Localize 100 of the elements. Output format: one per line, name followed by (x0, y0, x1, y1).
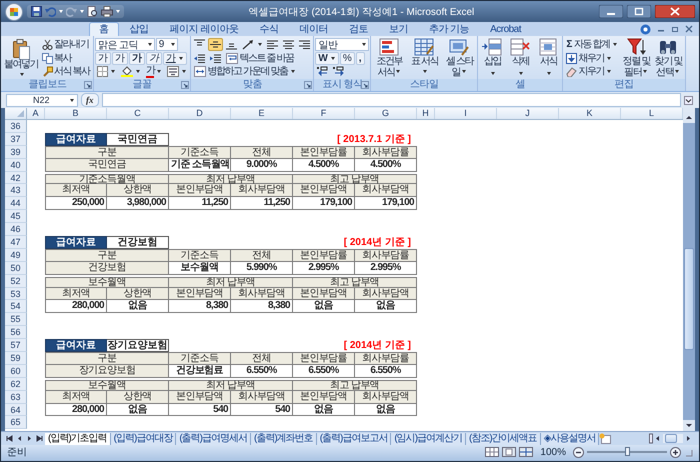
table-header: 본인부담액 (169, 288, 231, 300)
copy-button[interactable]: 복사 (40, 52, 92, 64)
group-label: 셀 (516, 79, 526, 91)
table-header: 본인부담액 (169, 390, 231, 404)
format-painter-button[interactable]: 서식 복사 (40, 65, 92, 78)
group-label: 스타일 (410, 79, 439, 91)
row-header[interactable]: 45 (5, 210, 27, 224)
table-header: 전체 (231, 248, 293, 262)
sheet-tab[interactable]: (임시)급여계산기 (391, 432, 466, 444)
ribbon-tab[interactable]: 데이터 (289, 22, 338, 36)
row-header[interactable]: 57 (5, 339, 27, 352)
table-cell: 540 (231, 404, 293, 416)
shrink-font-button[interactable]: 가 (112, 52, 128, 64)
table-header: 최저액 (45, 288, 107, 300)
cell-style-button[interactable]: 셀 스타일 (442, 37, 476, 79)
column-header[interactable]: C (107, 108, 169, 119)
sheet-tab[interactable]: (출력)계좌번호 (251, 432, 317, 444)
sheet-tab[interactable]: (출력)급여보고서 (316, 432, 392, 444)
sort-filter-button[interactable]: 정렬 및 필터 (620, 37, 652, 79)
percent-button[interactable]: % (340, 52, 355, 64)
column-header[interactable]: G (355, 108, 417, 119)
table-header: 기준소득월액 (45, 174, 169, 184)
italic-button[interactable]: 가 (146, 52, 162, 64)
row-header[interactable]: 42 (5, 172, 27, 184)
ribbon-tab[interactable]: 추가 기능 (418, 22, 480, 36)
row-header[interactable]: 49 (5, 248, 27, 262)
clear-button[interactable]: 지우기 (564, 65, 620, 78)
sum-icon: Σ (566, 39, 571, 50)
bold-button[interactable]: 가 (128, 52, 145, 64)
row-header[interactable]: 54 (5, 300, 27, 314)
name-box[interactable]: N22 (6, 94, 78, 106)
table-cell: 280,000 (45, 300, 107, 314)
sheet-tab[interactable]: (출력)급여명세서 (176, 432, 252, 444)
row-header[interactable]: 36 (5, 120, 27, 133)
ribbon-tab[interactable]: 홈 (89, 22, 118, 36)
underline-button[interactable]: 가 (162, 52, 187, 64)
column-header[interactable]: H (417, 108, 435, 119)
conditional-format-button[interactable]: 조건부 서식 (372, 37, 406, 79)
function-button[interactable]: fx (81, 93, 98, 107)
row-header[interactable]: 62 (5, 378, 27, 391)
ribbon-tab[interactable]: 삽입 (120, 22, 158, 36)
currency-button[interactable]: W (315, 52, 339, 64)
column-header[interactable]: A (27, 108, 45, 119)
row-header[interactable]: 64 (5, 404, 27, 416)
row-header[interactable]: 46 (5, 223, 27, 236)
delete-button[interactable]: 삭제 (507, 37, 534, 79)
row-header[interactable]: 37 (5, 132, 27, 146)
column-header[interactable]: E (231, 108, 293, 119)
ribbon-tab[interactable]: Acrobat (480, 22, 532, 36)
column-header[interactable]: F (293, 108, 355, 119)
autosum-button[interactable]: Σ 자동 합계 (564, 38, 620, 51)
find-select-button[interactable]: 찾기 및 선택 (652, 37, 684, 79)
row-header[interactable]: 65 (5, 416, 27, 430)
row-header[interactable]: 55 (5, 313, 27, 326)
row-header[interactable]: 39 (5, 146, 27, 159)
row-header[interactable]: 40 (5, 158, 27, 172)
ribbon-tab[interactable]: 보기 (378, 22, 418, 36)
merge-center-button[interactable]: 병합하고 가운데 맞춤 (192, 65, 298, 78)
table-cell: 8,380 (169, 300, 231, 314)
sheet-tab[interactable]: ◈사용설명서 (540, 432, 600, 444)
paste-button[interactable]: 붙여넣기 (3, 37, 39, 79)
row-header[interactable]: 44 (5, 197, 27, 210)
table-cell: 4.500% (293, 158, 355, 172)
column-header[interactable]: I (435, 108, 497, 119)
row-header[interactable]: 43 (5, 184, 27, 198)
row-header[interactable]: 59 (5, 352, 27, 365)
insert-button[interactable]: 삽입 (479, 37, 506, 79)
column-header[interactable]: D (169, 108, 231, 119)
font-size-field[interactable]: 9 (156, 38, 178, 51)
column-header[interactable]: J (497, 108, 559, 119)
row-header[interactable]: 56 (5, 326, 27, 340)
sheet-tab[interactable]: (입력)급여대장 (110, 432, 176, 444)
wrap-text-button[interactable]: 텍스트 줄 바꿈 (224, 52, 296, 64)
row-header[interactable]: 52 (5, 274, 27, 288)
font-name-field[interactable]: 맑은 고딕 (94, 38, 155, 51)
table-cell: 2.995% (293, 262, 355, 275)
sheet-tab[interactable]: (입력)기초입력 (45, 432, 111, 444)
row-header[interactable]: 60 (5, 364, 27, 378)
table-cell: 179,100 (293, 197, 355, 210)
sheet-tab[interactable]: (참조)간이세액표 (466, 432, 541, 444)
row-header[interactable]: 63 (5, 390, 27, 404)
zoom-level[interactable]: 100% (540, 446, 566, 458)
row-header[interactable]: 50 (5, 262, 27, 275)
grow-font-button[interactable]: 가 (94, 52, 111, 64)
table-cell: 11,250 (231, 197, 293, 210)
cut-button[interactable]: 잘라내기 (40, 38, 92, 51)
table-cell: 3,980,000 (107, 197, 169, 210)
ribbon-tab[interactable]: 수식 (249, 22, 288, 36)
table-header: 본인부담액 (293, 390, 355, 404)
number-format-field[interactable]: 일반 (315, 38, 370, 51)
fill-button[interactable]: 채우기 (564, 52, 620, 64)
column-header[interactable]: B (45, 108, 107, 119)
column-header[interactable]: K (559, 108, 621, 119)
row-header[interactable]: 47 (5, 236, 27, 249)
ribbon-tab[interactable]: 검토 (338, 22, 378, 36)
format-button[interactable]: 서식 (535, 37, 562, 79)
row-header[interactable]: 53 (5, 288, 27, 300)
table-format-button[interactable]: 표 서식 (407, 37, 442, 79)
ribbon-tab[interactable]: 페이지 레이아웃 (160, 22, 248, 36)
comma-button[interactable]: , (356, 52, 365, 64)
